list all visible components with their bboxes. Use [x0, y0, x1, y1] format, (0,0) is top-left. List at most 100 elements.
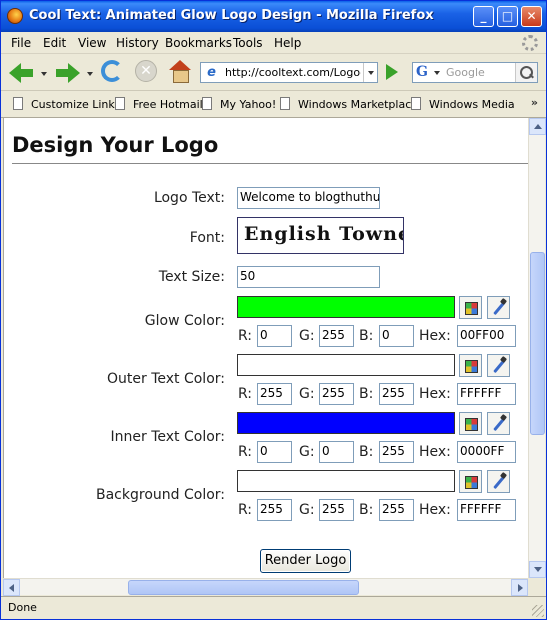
page-icon — [280, 97, 290, 110]
render-logo-button[interactable]: Render Logo — [260, 549, 351, 573]
search-box[interactable]: G Google — [412, 62, 538, 83]
page-icon — [13, 97, 23, 110]
forward-arrow-icon[interactable] — [56, 62, 80, 84]
outer-g-input[interactable]: 255 — [319, 383, 354, 405]
scroll-down-arrow-icon[interactable] — [529, 561, 546, 578]
glow-b-input[interactable]: 0 — [379, 325, 414, 347]
glow-g-label: G: — [299, 328, 315, 344]
outer-hex-input[interactable]: FFFFFF — [457, 383, 516, 405]
window-title: Cool Text: Animated Glow Logo Design - M… — [29, 8, 434, 23]
glow-hex-label: Hex: — [419, 328, 451, 344]
bookmark-my-yahoo[interactable]: My Yahoo! — [202, 97, 276, 111]
search-placeholder[interactable]: Google — [446, 66, 485, 79]
page-icon — [115, 97, 125, 110]
go-arrow-icon[interactable] — [383, 63, 401, 81]
bookmarks-toolbar: Customize Links Free Hotmail My Yahoo! W… — [1, 92, 546, 118]
background-r-label: R: — [238, 502, 253, 518]
back-arrow-icon[interactable] — [9, 62, 33, 84]
horizontal-scrollbar[interactable] — [3, 578, 528, 596]
outer-palette-icon[interactable] — [459, 354, 482, 377]
bookmarks-overflow-chevron-icon[interactable]: » — [531, 96, 538, 109]
google-engine-icon[interactable]: G — [416, 64, 428, 80]
outer-b-input[interactable]: 255 — [379, 383, 414, 405]
glow-r-input[interactable]: 0 — [257, 325, 292, 347]
page-title: Design Your Logo — [12, 133, 219, 157]
url-history-dropdown[interactable] — [363, 63, 377, 82]
inner-text-color-swatch[interactable] — [237, 412, 455, 434]
minimize-button[interactable]: _ — [473, 6, 494, 27]
inner-b-input[interactable]: 255 — [379, 441, 414, 463]
inner-hex-input[interactable]: 0000FF — [457, 441, 516, 463]
outer-r-input[interactable]: 255 — [257, 383, 292, 405]
menu-bar: File Edit View History Bookmarks Tools H… — [1, 32, 546, 54]
scrollbar-corner — [528, 578, 545, 595]
background-eyedropper-icon[interactable] — [487, 470, 510, 493]
firefox-window: Cool Text: Animated Glow Logo Design - M… — [0, 0, 547, 620]
background-g-input[interactable]: 255 — [319, 499, 354, 521]
status-text: Done — [8, 601, 37, 614]
forward-history-dropdown[interactable] — [87, 72, 93, 76]
menu-history[interactable]: History — [116, 36, 159, 50]
horizontal-scroll-thumb[interactable] — [128, 580, 359, 595]
scroll-left-arrow-icon[interactable] — [3, 579, 20, 596]
glow-hex-input[interactable]: 00FF00 — [457, 325, 516, 347]
outer-hex-label: Hex: — [419, 386, 451, 402]
menu-tools[interactable]: Tools — [233, 36, 263, 50]
outer-text-color-swatch[interactable] — [237, 354, 455, 376]
glow-g-input[interactable]: 255 — [319, 325, 354, 347]
search-magnifier-icon[interactable] — [515, 63, 537, 82]
glow-eyedropper-icon[interactable] — [487, 296, 510, 319]
bookmark-windows-media[interactable]: Windows Media — [411, 97, 515, 111]
outer-text-color-label: Outer Text Color: — [107, 371, 225, 387]
bookmark-free-hotmail[interactable]: Free Hotmail — [115, 97, 203, 111]
background-r-input[interactable]: 255 — [257, 499, 292, 521]
background-color-swatch[interactable] — [237, 470, 455, 492]
inner-text-color-label: Inner Text Color: — [110, 429, 225, 445]
url-bar[interactable]: e http://cooltext.com/Logo-D — [200, 62, 378, 83]
status-bar: Done — [1, 596, 546, 619]
glow-palette-icon[interactable] — [459, 296, 482, 319]
resize-grip-icon[interactable] — [532, 605, 544, 617]
reload-icon[interactable] — [101, 60, 123, 82]
throbber-icon — [522, 35, 538, 51]
font-preview-button[interactable]: English Towne — [237, 217, 404, 254]
background-hex-input[interactable]: FFFFFF — [457, 499, 516, 521]
glow-color-swatch[interactable] — [237, 296, 455, 318]
inner-b-label: B: — [359, 444, 374, 460]
vertical-scrollbar[interactable] — [528, 118, 546, 578]
inner-palette-icon[interactable] — [459, 412, 482, 435]
inner-eyedropper-icon[interactable] — [487, 412, 510, 435]
vertical-scroll-thumb[interactable] — [530, 252, 545, 435]
outer-g-label: G: — [299, 386, 315, 402]
background-b-input[interactable]: 255 — [379, 499, 414, 521]
url-text[interactable]: http://cooltext.com/Logo-D — [225, 66, 361, 79]
glow-b-label: B: — [359, 328, 374, 344]
close-button[interactable]: ✕ — [521, 6, 542, 27]
background-color-label: Background Color: — [96, 487, 225, 503]
outer-b-label: B: — [359, 386, 374, 402]
stop-icon[interactable]: ✕ — [135, 60, 157, 82]
background-palette-icon[interactable] — [459, 470, 482, 493]
menu-file[interactable]: File — [11, 36, 31, 50]
menu-edit[interactable]: Edit — [43, 36, 66, 50]
menu-view[interactable]: View — [78, 36, 106, 50]
logo-text-label: Logo Text: — [153, 190, 225, 206]
scroll-right-arrow-icon[interactable] — [511, 579, 528, 596]
bookmark-customize-links[interactable]: Customize Links — [13, 97, 121, 111]
outer-eyedropper-icon[interactable] — [487, 354, 510, 377]
home-icon[interactable] — [169, 60, 191, 83]
glow-color-label: Glow Color: — [144, 313, 225, 329]
bookmark-windows-marketplace[interactable]: Windows Marketplace — [280, 97, 418, 111]
scroll-up-arrow-icon[interactable] — [529, 118, 546, 135]
menu-help[interactable]: Help — [274, 36, 301, 50]
outer-r-label: R: — [238, 386, 253, 402]
text-size-input[interactable]: 50 — [237, 266, 380, 288]
inner-r-input[interactable]: 0 — [257, 441, 292, 463]
search-engine-dropdown[interactable] — [434, 71, 440, 75]
maximize-button[interactable]: □ — [497, 6, 518, 27]
background-g-label: G: — [299, 502, 315, 518]
back-history-dropdown[interactable] — [41, 72, 47, 76]
menu-bookmarks[interactable]: Bookmarks — [165, 36, 232, 50]
logo-text-input[interactable]: Welcome to blogthuthuat — [237, 187, 380, 209]
inner-g-input[interactable]: 0 — [319, 441, 354, 463]
